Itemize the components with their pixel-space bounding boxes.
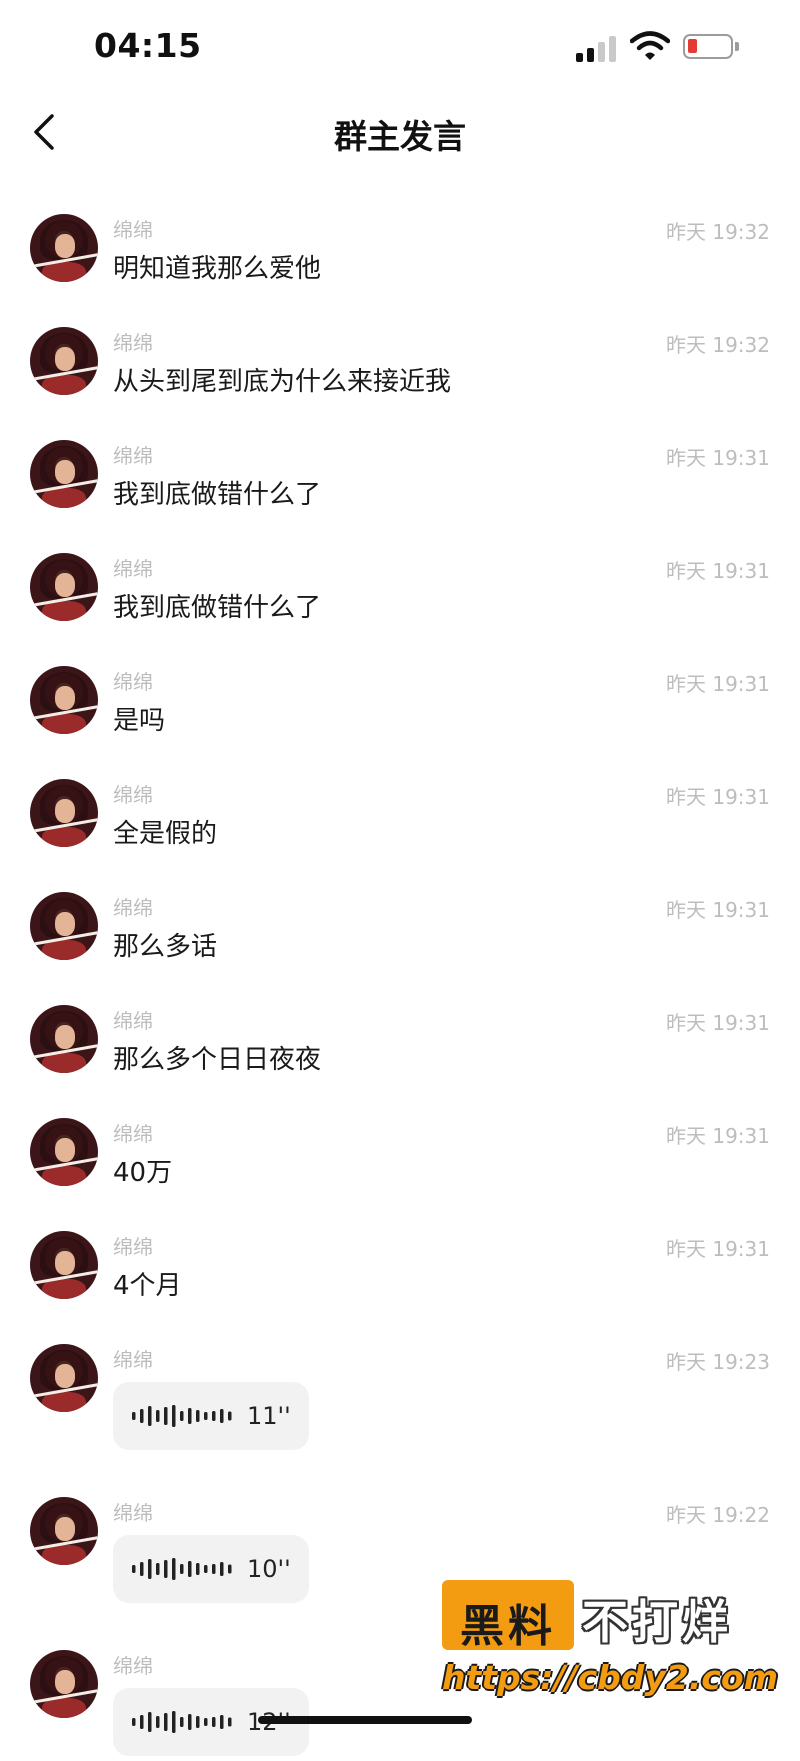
sender-name: 绵绵 bbox=[113, 557, 153, 581]
message-time: 昨天 19:31 bbox=[666, 898, 770, 922]
avatar[interactable] bbox=[30, 440, 98, 508]
sender-name: 绵绵 bbox=[113, 783, 153, 807]
watermark-box-text: 黑料 bbox=[460, 1601, 556, 1652]
message-time: 昨天 19:31 bbox=[666, 1237, 770, 1261]
message-item[interactable]: 绵绵 昨天 19:31 4个月 bbox=[0, 1189, 800, 1302]
waveform-icon bbox=[132, 1711, 232, 1733]
message-item[interactable]: 绵绵 昨天 19:31 那么多个日日夜夜 bbox=[0, 963, 800, 1076]
watermark-box: 黑料 bbox=[442, 1580, 574, 1652]
voice-duration: 10'' bbox=[247, 1555, 291, 1583]
message-text: 40万 bbox=[113, 1158, 173, 1188]
status-time: 04:15 bbox=[94, 26, 202, 65]
message-time: 昨天 19:31 bbox=[666, 672, 770, 696]
sender-name: 绵绵 bbox=[113, 331, 153, 355]
sender-name: 绵绵 bbox=[113, 896, 153, 920]
avatar[interactable] bbox=[30, 1005, 98, 1073]
sender-name: 绵绵 bbox=[113, 1654, 153, 1678]
message-time: 昨天 19:22 bbox=[666, 1503, 770, 1527]
message-text: 我到底做错什么了 bbox=[113, 593, 322, 623]
battery-icon bbox=[683, 34, 739, 59]
message-time: 昨天 19:31 bbox=[666, 785, 770, 809]
message-item[interactable]: 绵绵 昨天 19:31 40万 bbox=[0, 1076, 800, 1189]
sender-name: 绵绵 bbox=[113, 444, 153, 468]
message-text: 是吗 bbox=[113, 706, 166, 736]
message-item[interactable]: 绵绵 昨天 19:31 我到底做错什么了 bbox=[0, 398, 800, 511]
message-time: 昨天 19:31 bbox=[666, 1011, 770, 1035]
avatar[interactable] bbox=[30, 1344, 98, 1412]
voice-message-bubble[interactable]: 10'' bbox=[113, 1535, 309, 1603]
signal-icon bbox=[576, 34, 620, 62]
avatar[interactable] bbox=[30, 779, 98, 847]
avatar[interactable] bbox=[30, 1497, 98, 1565]
avatar[interactable] bbox=[30, 892, 98, 960]
message-text: 我到底做错什么了 bbox=[113, 480, 322, 510]
wifi-icon bbox=[630, 31, 670, 60]
message-item[interactable]: 绵绵 昨天 19:32 明知道我那么爱他 bbox=[0, 172, 800, 285]
message-text: 4个月 bbox=[113, 1271, 182, 1301]
sender-name: 绵绵 bbox=[113, 1122, 153, 1146]
status-bar: 04:15 bbox=[0, 0, 800, 92]
nav-bar: 群主发言 bbox=[0, 92, 800, 172]
avatar[interactable] bbox=[30, 666, 98, 734]
message-text: 全是假的 bbox=[113, 819, 218, 849]
waveform-icon bbox=[132, 1558, 232, 1580]
message-item[interactable]: 绵绵 昨天 19:31 全是假的 bbox=[0, 737, 800, 850]
message-item[interactable]: 绵绵 昨天 19:31 我到底做错什么了 bbox=[0, 511, 800, 624]
message-item[interactable]: 绵绵 昨天 19:31 是吗 bbox=[0, 624, 800, 737]
message-item[interactable]: 绵绵 昨天 19:31 那么多话 bbox=[0, 850, 800, 963]
sender-name: 绵绵 bbox=[113, 670, 153, 694]
message-text: 从头到尾到底为什么来接近我 bbox=[113, 367, 452, 397]
page-title: 群主发言 bbox=[334, 117, 466, 156]
avatar[interactable] bbox=[30, 1118, 98, 1186]
watermark-url: https://cbdy2.com bbox=[442, 1658, 779, 1697]
message-time: 昨天 19:32 bbox=[666, 220, 770, 244]
voice-duration: 11'' bbox=[247, 1402, 291, 1430]
message-time: 昨天 19:31 bbox=[666, 446, 770, 470]
watermark: 黑料 不打烊 https://cbdy2.com bbox=[438, 1578, 778, 1708]
message-text: 那么多话 bbox=[113, 932, 218, 962]
sender-name: 绵绵 bbox=[113, 1348, 153, 1372]
message-time: 昨天 19:23 bbox=[666, 1350, 770, 1374]
avatar[interactable] bbox=[30, 553, 98, 621]
message-item[interactable]: 绵绵 昨天 19:23 11'' bbox=[0, 1302, 800, 1455]
sender-name: 绵绵 bbox=[113, 1009, 153, 1033]
avatar[interactable] bbox=[30, 327, 98, 395]
avatar[interactable] bbox=[30, 214, 98, 282]
message-text: 那么多个日日夜夜 bbox=[113, 1045, 322, 1075]
waveform-icon bbox=[132, 1405, 232, 1427]
avatar[interactable] bbox=[30, 1650, 98, 1718]
message-text: 明知道我那么爱他 bbox=[113, 254, 322, 284]
sender-name: 绵绵 bbox=[113, 1235, 153, 1259]
sender-name: 绵绵 bbox=[113, 218, 153, 242]
message-time: 昨天 19:31 bbox=[666, 559, 770, 583]
watermark-side-text: 不打烊 bbox=[582, 1595, 732, 1649]
message-time: 昨天 19:32 bbox=[666, 333, 770, 357]
voice-message-bubble[interactable]: 11'' bbox=[113, 1382, 309, 1450]
avatar[interactable] bbox=[30, 1231, 98, 1299]
message-time: 昨天 19:31 bbox=[666, 1124, 770, 1148]
message-item[interactable]: 绵绵 昨天 19:32 从头到尾到底为什么来接近我 bbox=[0, 285, 800, 398]
message-list[interactable]: 绵绵 昨天 19:32 明知道我那么爱他 绵绵 昨天 19:32 从头到尾到底为… bbox=[0, 172, 800, 1761]
sender-name: 绵绵 bbox=[113, 1501, 153, 1525]
home-indicator bbox=[258, 1716, 472, 1724]
